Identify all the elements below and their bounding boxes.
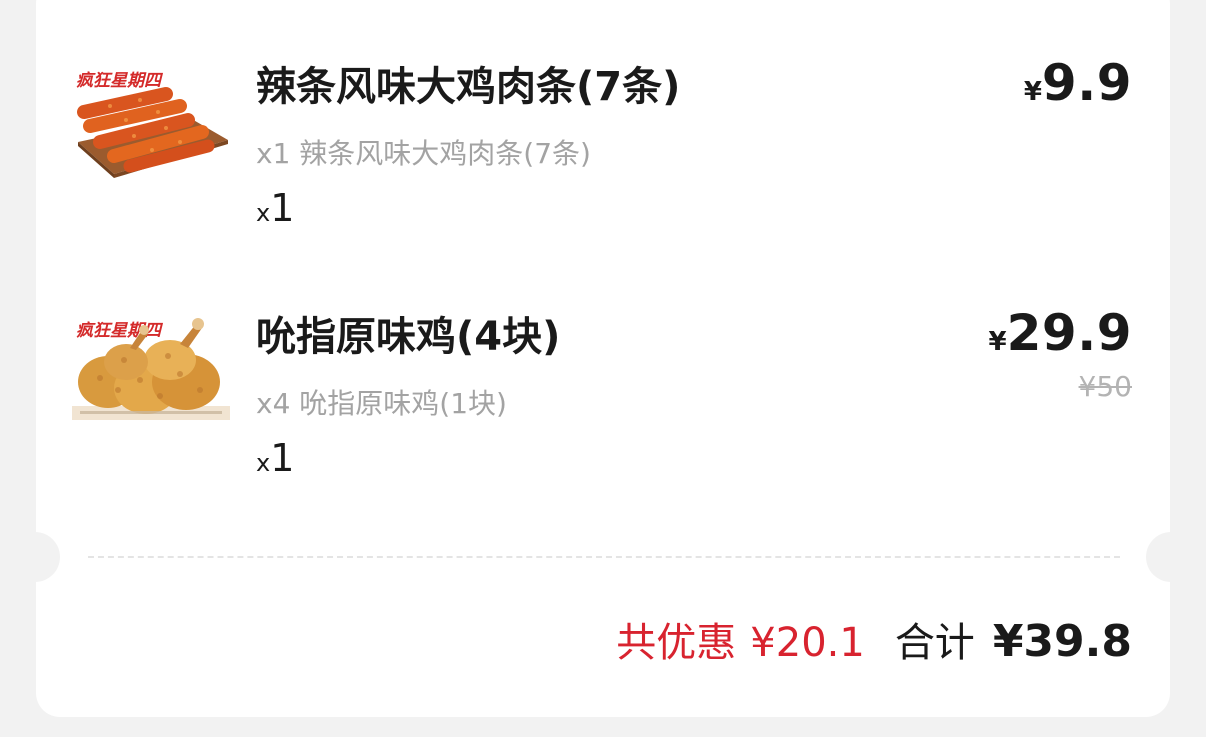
dashed-divider [88,556,1120,558]
quantity-value: 1 [270,186,295,230]
item-detail: x4 吮指原味鸡(1块) [256,387,507,420]
discount-value: ¥20.1 [750,620,865,666]
fried-chicken-image: 疯狂星期四 [72,318,230,420]
currency-symbol: ¥ [1023,77,1042,107]
quantity-value: 1 [270,436,295,480]
discount-label: 共优惠 [616,620,737,666]
ticket-notch-right [1146,532,1196,582]
item-detail: x1 辣条风味大鸡肉条(7条) [256,137,591,170]
price-value: 29.9 [1006,304,1132,362]
price-value: 9.9 [1041,54,1132,112]
quantity-prefix: x [256,199,271,227]
crazy-thursday-badge: 疯狂星期四 [76,71,164,91]
crazy-thursday-badge: 疯狂星期四 [76,321,164,341]
item-quantity: x1 [256,186,294,230]
item-price: ¥9.9 [1024,54,1132,112]
ticket-notch-left [10,532,60,582]
chicken-strips-image: 疯狂星期四 [76,71,228,178]
item-quantity: x1 [256,436,294,480]
currency-symbol: ¥ [988,327,1007,357]
total-label: 合计 [894,620,975,666]
total-value: ¥39.8 [992,616,1132,667]
order-summary: 共优惠 ¥20.1 合计 ¥39.8 [616,610,1132,668]
item-name: 辣条风味大鸡肉条(7条) [256,64,681,110]
original-price: ¥50 [1078,370,1132,403]
item-price: ¥29.9 [989,304,1132,362]
order-item[interactable]: 疯狂星期四 吮指原味鸡(4块) x4 吮指原味鸡(1块) x1 ¥29.9 ¥5… [0,290,1206,490]
item-name: 吮指原味鸡(4块) [256,314,561,360]
quantity-prefix: x [256,449,271,477]
order-item[interactable]: 疯狂星期四 辣条风味大鸡肉条(7条) x1 辣条风味大鸡肉条(7条) x1 ¥9… [0,40,1206,240]
